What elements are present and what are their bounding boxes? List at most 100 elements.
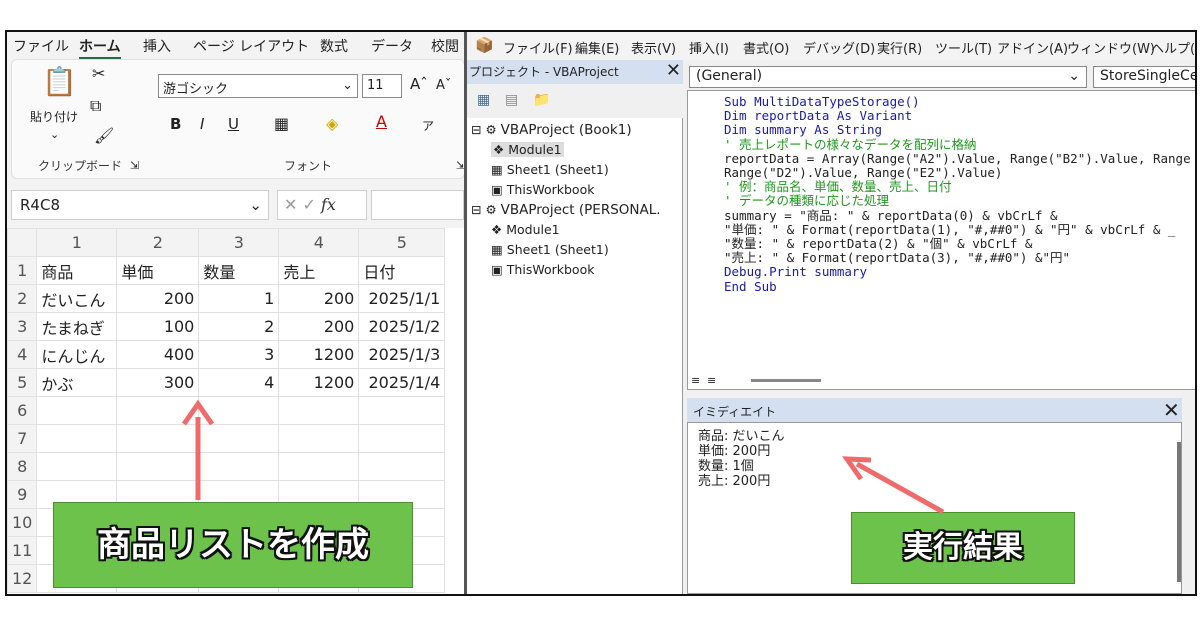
- close-icon[interactable]: ✕: [1163, 398, 1180, 422]
- paste-label[interactable]: 貼り付け: [30, 108, 78, 125]
- paste-dropdown-icon[interactable]: ⌄: [50, 128, 59, 141]
- cell[interactable]: たまねぎ: [36, 312, 118, 341]
- cell[interactable]: [358, 424, 446, 453]
- collapse-icon[interactable]: ⊟: [471, 202, 481, 217]
- tab-data[interactable]: データ: [371, 36, 413, 56]
- cell[interactable]: 200: [278, 312, 360, 341]
- tab-formulas[interactable]: 数式: [320, 36, 348, 56]
- cell[interactable]: 200: [278, 284, 360, 313]
- tab-insert[interactable]: 挿入: [143, 36, 171, 56]
- select-all-corner[interactable]: [7, 228, 38, 257]
- tab-home[interactable]: ホーム: [79, 36, 121, 60]
- cell[interactable]: 200: [116, 284, 200, 313]
- formula-input[interactable]: [371, 190, 464, 220]
- cell[interactable]: 4: [198, 368, 280, 397]
- row-header[interactable]: 10: [7, 508, 38, 537]
- cell[interactable]: [198, 396, 280, 425]
- horizontal-scrollbar[interactable]: [751, 379, 821, 382]
- tree-item-module1[interactable]: ❖ Module1: [491, 142, 564, 157]
- cell[interactable]: 2025/1/1: [358, 284, 446, 313]
- cell[interactable]: 400: [116, 340, 200, 369]
- cell[interactable]: [116, 424, 200, 453]
- cell[interactable]: [278, 396, 360, 425]
- font-color-button[interactable]: A: [376, 114, 387, 130]
- cell[interactable]: 単価: [116, 256, 200, 285]
- shrink-font-icon[interactable]: Aˇ: [436, 78, 451, 94]
- menu-item-help[interactable]: ヘルプ(H): [1151, 38, 1195, 57]
- bold-button[interactable]: B: [170, 116, 181, 132]
- row-header[interactable]: 5: [7, 368, 38, 397]
- cell[interactable]: [116, 396, 200, 425]
- vertical-scrollbar[interactable]: [1177, 442, 1181, 582]
- tree-item-thisworkbook-personal[interactable]: ▣ ThisWorkbook: [491, 262, 594, 277]
- cell[interactable]: [198, 452, 280, 481]
- cut-icon[interactable]: ✂: [92, 66, 105, 82]
- name-box[interactable]: R4C8 ⌄: [11, 190, 269, 220]
- procedure-view-icon[interactable]: ≡: [691, 374, 700, 387]
- cell[interactable]: [278, 452, 360, 481]
- font-size-select[interactable]: 11: [362, 74, 402, 98]
- menu-item-edit[interactable]: 編集(E): [575, 38, 619, 57]
- row-header[interactable]: 12: [7, 564, 38, 593]
- menu-item-window[interactable]: ウィンドウ(W): [1067, 38, 1155, 57]
- column-header[interactable]: 4: [278, 228, 360, 257]
- tab-page-layout[interactable]: ページ レイアウト: [193, 36, 309, 56]
- cell[interactable]: [36, 424, 118, 453]
- cancel-icon[interactable]: ✕: [284, 195, 297, 214]
- column-header[interactable]: 3: [198, 228, 280, 257]
- row-header[interactable]: 11: [7, 536, 38, 565]
- collapse-icon[interactable]: ⊟: [471, 122, 481, 137]
- menu-item-insert[interactable]: 挿入(I): [689, 38, 729, 57]
- tab-file[interactable]: ファイル: [13, 36, 69, 56]
- cell[interactable]: 2025/1/4: [358, 368, 446, 397]
- font-launcher-icon[interactable]: ⇲: [456, 158, 464, 174]
- fill-color-icon[interactable]: ◈: [326, 116, 338, 132]
- cell[interactable]: [36, 396, 118, 425]
- menu-item-debug[interactable]: デバッグ(D): [803, 38, 875, 57]
- cell[interactable]: [198, 424, 280, 453]
- tree-item-vbaproject-book1[interactable]: ⊟ ⚙ VBAProject (Book1): [471, 122, 632, 138]
- view-object-icon[interactable]: ▤: [505, 92, 518, 108]
- row-header[interactable]: 7: [7, 424, 38, 453]
- cell[interactable]: [278, 424, 360, 453]
- cell[interactable]: 数量: [198, 256, 280, 285]
- row-header[interactable]: 6: [7, 396, 38, 425]
- enter-icon[interactable]: ✓: [303, 195, 316, 214]
- cell[interactable]: 300: [116, 368, 200, 397]
- cell[interactable]: かぶ: [36, 368, 118, 397]
- tree-item-sheet1-personal[interactable]: ▦ Sheet1 (Sheet1): [491, 242, 609, 257]
- vbe-app-icon[interactable]: 📦: [475, 36, 494, 54]
- format-painter-icon[interactable]: 🖌: [94, 128, 114, 144]
- cell[interactable]: 日付: [358, 256, 446, 285]
- cell[interactable]: 2025/1/2: [358, 312, 446, 341]
- row-header[interactable]: 8: [7, 452, 38, 481]
- column-header[interactable]: 5: [358, 228, 446, 257]
- cell[interactable]: だいこん: [36, 284, 118, 313]
- menu-item-addins[interactable]: アドイン(A): [997, 38, 1068, 57]
- cell[interactable]: [358, 396, 446, 425]
- cell[interactable]: 3: [198, 340, 280, 369]
- menu-item-run[interactable]: 実行(R): [877, 38, 922, 57]
- code-editor[interactable]: Sub MultiDataTypeStorage() Dim reportDat…: [687, 90, 1195, 390]
- cell[interactable]: 1: [198, 284, 280, 313]
- copy-icon[interactable]: ⧉: [90, 98, 101, 114]
- view-code-icon[interactable]: ▦: [477, 92, 490, 108]
- full-module-view-icon[interactable]: ≡: [707, 374, 716, 387]
- italic-button[interactable]: I: [200, 116, 204, 132]
- column-header[interactable]: 2: [116, 228, 200, 257]
- cell[interactable]: 売上: [278, 256, 360, 285]
- cell[interactable]: 2: [198, 312, 280, 341]
- cell[interactable]: [36, 452, 118, 481]
- tab-review[interactable]: 校閲: [431, 36, 459, 56]
- cell[interactable]: 100: [116, 312, 200, 341]
- insert-function-icon[interactable]: fx: [321, 195, 336, 214]
- row-header[interactable]: 9: [7, 480, 38, 509]
- cell[interactable]: 1200: [278, 340, 360, 369]
- cell[interactable]: 1200: [278, 368, 360, 397]
- paste-icon[interactable]: 📋: [42, 68, 77, 96]
- grow-font-icon[interactable]: Aˆ: [410, 76, 428, 92]
- procedure-combo[interactable]: StoreSingleCellV: [1093, 66, 1195, 88]
- tree-item-vbaproject-personal[interactable]: ⊟ ⚙ VBAProject (PERSONAL.: [471, 202, 661, 218]
- tree-item-module1-personal[interactable]: ❖ Module1: [491, 222, 560, 237]
- borders-icon[interactable]: ▦: [274, 116, 289, 132]
